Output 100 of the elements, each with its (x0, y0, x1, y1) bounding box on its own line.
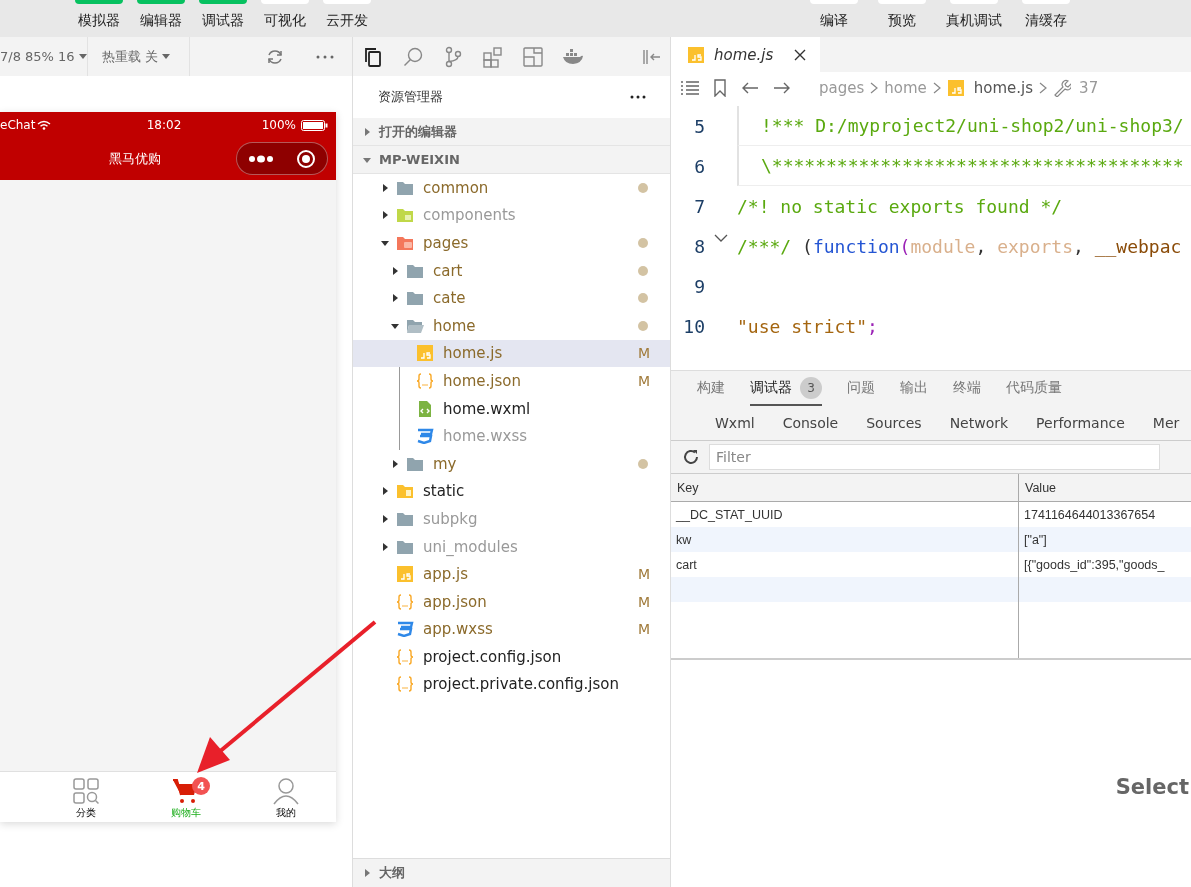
filter-field[interactable]: Filter (709, 444, 1160, 470)
bookmark-icon[interactable] (713, 79, 727, 97)
toolbar-button[interactable]: 模拟器 (75, 0, 123, 34)
file-tree-item[interactable]: uni_modules (353, 532, 670, 561)
panel-tab[interactable]: 问题 (847, 371, 875, 406)
javascript-file-icon (416, 345, 434, 362)
file-tree-item[interactable]: project.config.json (353, 643, 670, 671)
toolbar-button[interactable]: 清缓存 (1022, 0, 1070, 34)
toolbar-button[interactable]: 编译 (810, 0, 858, 34)
collapsed-caret-icon[interactable] (381, 211, 389, 220)
file-tree-item[interactable]: home.json M (353, 367, 670, 395)
toolbar-button[interactable]: 真机调试 (946, 0, 1002, 34)
file-tree-item[interactable]: subpkg (353, 505, 670, 533)
collapsed-caret-icon[interactable] (391, 294, 399, 303)
file-tree-item[interactable]: my (353, 449, 670, 478)
file-tree-item[interactable]: app.json M (353, 587, 670, 616)
file-tree-item[interactable]: cart (353, 256, 670, 285)
list-icon[interactable] (681, 81, 699, 95)
section-header[interactable]: MP-WEIXIN (353, 146, 670, 174)
search-icon[interactable] (402, 45, 424, 68)
file-tree-item[interactable]: cate (353, 284, 670, 312)
tab-bar-item[interactable]: 分类 (36, 772, 136, 822)
collapsed-caret-icon[interactable] (381, 514, 389, 523)
file-tree-item[interactable]: static (353, 477, 670, 506)
toolbar-button[interactable]: 可视化 (261, 0, 309, 34)
files-icon[interactable] (362, 45, 384, 68)
file-name: home.wxml (443, 399, 532, 418)
panel-tab[interactable]: 代码质量 (1006, 371, 1062, 406)
code-line: !*** D:/myproject2/uni-shop2/uni-shop3/ (761, 115, 1184, 136)
collapsed-caret-icon[interactable] (391, 459, 399, 468)
devtools-tab[interactable]: Performance (1022, 406, 1139, 440)
expanded-caret-icon[interactable] (391, 321, 399, 330)
device-info: 7/8 85% 16 (0, 49, 75, 64)
file-tree-item[interactable]: app.wxss M (353, 615, 670, 644)
more-icon[interactable] (630, 95, 646, 99)
person-icon (272, 777, 300, 805)
refresh-icon[interactable] (266, 47, 284, 66)
code-line: /***/ (function(module, exports, __webpac (737, 235, 1182, 257)
forward-arrow-icon[interactable] (773, 81, 791, 95)
tab-label: home.js (714, 45, 775, 64)
line-number: 5 (693, 115, 705, 137)
collapsed-caret-icon[interactable] (391, 266, 399, 275)
panel-title: 资源管理器 (378, 88, 443, 106)
toolbar-button[interactable]: 编辑器 (137, 0, 185, 34)
folder-icon (396, 235, 414, 251)
collapsed-caret-icon[interactable] (381, 487, 389, 496)
more-icon[interactable] (248, 154, 273, 163)
count-badge: 3 (800, 376, 822, 399)
expanded-caret-icon[interactable] (381, 239, 389, 247)
caret-icon[interactable] (78, 53, 87, 60)
toolbar-button[interactable]: 调试器 (199, 0, 247, 34)
panel-tab[interactable]: 终端 (953, 371, 981, 406)
devtools-tab[interactable]: Console (768, 406, 853, 440)
panel-tab[interactable]: 输出 (900, 371, 928, 406)
toolbar-button[interactable]: 预览 (878, 0, 926, 34)
code-editor[interactable]: 5 !*** D:/myproject2/uni-shop2/uni-shop3/ 6 \************************************** 7 /*! no static exports found */ 8 /***/ (function(module, exports, __webpac 9 10 "use strict"; (671, 104, 1191, 370)
back-arrow-icon[interactable] (741, 81, 759, 95)
breadcrumb-item[interactable]: home.js (973, 79, 1034, 97)
target-icon[interactable] (295, 148, 316, 169)
panel-tab[interactable]: 构建 (697, 371, 725, 406)
file-tree-item[interactable]: app.js M (353, 560, 670, 588)
outline-section[interactable]: 大纲 (353, 858, 670, 887)
hot-reload-toggle[interactable]: 热重载 关 (102, 47, 159, 66)
file-tree-item[interactable]: home.js M (353, 339, 670, 368)
file-tree-item[interactable]: home (353, 311, 670, 340)
close-icon[interactable] (794, 48, 806, 61)
devtools-tab[interactable]: Mer (1138, 406, 1191, 440)
breadcrumb-item[interactable]: pages (819, 79, 865, 97)
tab-bar-item[interactable]: 我的 (236, 772, 336, 822)
section-header[interactable]: 打开的编辑器 (353, 118, 670, 146)
breadcrumb-item[interactable]: home (884, 79, 927, 97)
refresh-icon[interactable] (683, 449, 699, 465)
capsule-button[interactable] (236, 142, 328, 175)
layout-icon[interactable] (522, 45, 544, 68)
column-header[interactable]: Value (1018, 474, 1191, 502)
file-tree-item[interactable]: pages (353, 229, 670, 257)
collapsed-caret-icon[interactable] (381, 183, 389, 192)
file-tree-item[interactable]: components (353, 201, 670, 230)
toolbar-button[interactable]: 云开发 (323, 0, 371, 34)
tab-bar-item[interactable]: 购物车 4 (136, 772, 236, 822)
file-name: cate (433, 289, 467, 308)
file-tree-item[interactable]: home.wxml (353, 394, 670, 423)
devtools-tab[interactable]: Sources (852, 406, 936, 440)
devtools-tab[interactable]: Network (935, 406, 1023, 440)
column-header[interactable]: Key (671, 474, 1018, 502)
folder-icon (406, 290, 424, 307)
file-tree-item[interactable]: project.private.config.json (353, 670, 670, 699)
extensions-icon[interactable] (482, 45, 504, 68)
file-tree-item[interactable]: home.wxss (353, 422, 670, 450)
collapsed-caret-icon (363, 869, 371, 877)
collapse-panel-icon[interactable] (642, 47, 662, 66)
editor-tab[interactable]: home.js (671, 37, 820, 72)
file-tree-item[interactable]: common (353, 174, 670, 202)
fold-chevron-icon[interactable] (714, 234, 728, 242)
file-name: project.config.json (423, 647, 563, 666)
caret-icon[interactable] (162, 53, 171, 60)
breadcrumb-item[interactable]: 37 (1079, 79, 1099, 97)
collapsed-caret-icon[interactable] (381, 542, 389, 551)
file-name: uni_modules (423, 537, 519, 556)
devtools-tab[interactable]: Wxml (701, 406, 769, 440)
